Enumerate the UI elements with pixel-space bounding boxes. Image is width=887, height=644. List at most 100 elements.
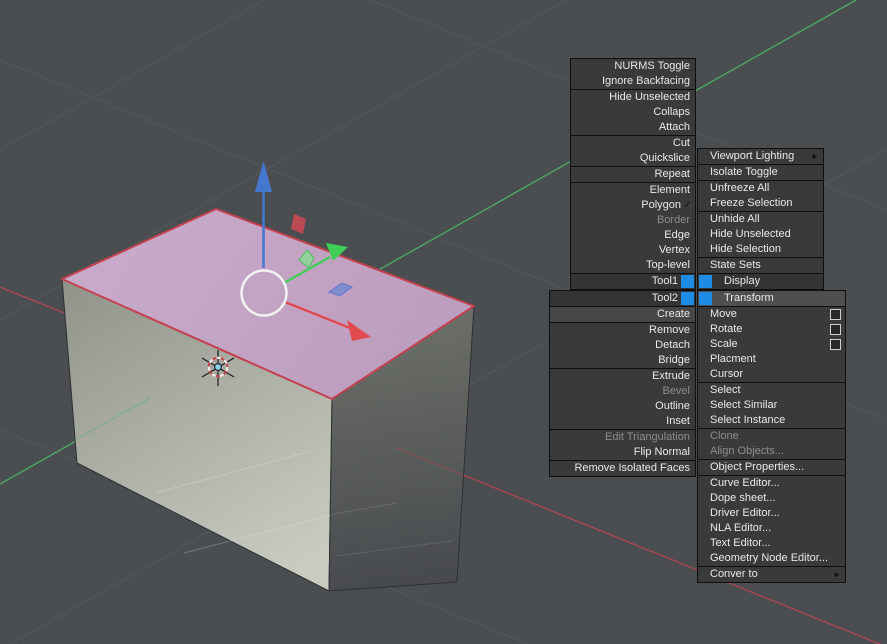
settings-box-icon[interactable] (830, 324, 841, 335)
menu-item-label: Placment (710, 353, 756, 365)
menu-item-top-level[interactable]: Top-level (571, 258, 695, 273)
menu-item-label: Freeze Selection (710, 197, 793, 209)
menu-item-label: Unhide All (710, 213, 760, 225)
quad-title-display[interactable]: Display (698, 274, 823, 289)
menu-item-rotate[interactable]: Rotate (698, 322, 845, 337)
menu-item-nurms-toggle[interactable]: NURMS Toggle (571, 59, 695, 74)
menu-item-hide-unselected[interactable]: Hide Unselected (571, 90, 695, 105)
menu-item-label: Collaps (653, 106, 690, 118)
menu-item-cut[interactable]: Cut (571, 136, 695, 151)
menu-item-border: Border (571, 213, 695, 228)
menu-item-label: Curve Editor... (710, 477, 780, 489)
quad-title-tool2[interactable]: Tool2 (550, 291, 695, 306)
menu-item-conver-to[interactable]: Conver to ► (698, 567, 845, 582)
menu-item-label: Top-level (645, 259, 690, 271)
menu-item-label: Attach (658, 121, 690, 133)
menu-item-clone: Clone (698, 429, 845, 444)
quad-transform-menu: Transform Move Rotate Scale Placment Cur… (697, 290, 846, 583)
menu-item-freeze-selection[interactable]: Freeze Selection (698, 196, 823, 211)
menu-item-label: Detach (655, 339, 690, 351)
menu-item-label: Quickslice (639, 152, 690, 164)
menu-item-label: Scale (710, 338, 738, 350)
menu-item-label: Outline (655, 400, 690, 412)
settings-box-icon[interactable] (830, 309, 841, 320)
menu-item-label: Hide Unselected (710, 228, 791, 240)
menu-item-text-editor[interactable]: Text Editor... (698, 536, 845, 551)
menu-item-edge[interactable]: Edge (571, 228, 695, 243)
menu-item-select-instance[interactable]: Select Instance (698, 413, 845, 428)
menu-item-vertex[interactable]: Vertex (571, 243, 695, 258)
menu-item-state-sets[interactable]: State Sets (698, 258, 823, 273)
menu-item-placment[interactable]: Placment (698, 352, 845, 367)
menu-item-polygon[interactable]: Polygon ✓ (571, 198, 695, 213)
menu-item-attach[interactable]: Attach (571, 120, 695, 135)
menu-item-object-properties[interactable]: Object Properties... (698, 460, 845, 475)
menu-item-scale[interactable]: Scale (698, 337, 845, 352)
menu-item-driver-editor[interactable]: Driver Editor... (698, 506, 845, 521)
menu-item-viewport-lighting[interactable]: Viewport Lighting ► (698, 149, 823, 164)
menu-item-edit-triangulation: Edit Triangulation (550, 430, 695, 445)
menu-item-label: Align Objects... (710, 445, 784, 457)
menu-item-flip-normal[interactable]: Flip Normal (550, 445, 695, 460)
quad-tools2-menu: Tool2 Create Remove Detach Bridge Extrud… (549, 290, 696, 477)
menu-item-extrude[interactable]: Extrude (550, 369, 695, 384)
menu-item-label: Polygon (641, 199, 681, 211)
menu-item-label: Vertex (658, 244, 690, 256)
quad-tools1-menu: NURMS Toggle Ignore Backfacing Hide Unse… (570, 58, 696, 290)
quad-title-tool1[interactable]: Tool1 (571, 274, 695, 289)
menu-item-element[interactable]: Element (571, 183, 695, 198)
menu-item-ignore-backfacing[interactable]: Ignore Backfacing (571, 74, 695, 89)
menu-item-collaps[interactable]: Collaps (571, 105, 695, 120)
menu-item-select[interactable]: Select (698, 383, 845, 398)
quad-badge-icon (699, 292, 712, 305)
quad-title-label: Transform (724, 292, 774, 304)
checkmark-icon: ✓ (683, 200, 692, 211)
menu-item-quickslice[interactable]: Quickslice (571, 151, 695, 166)
settings-box-icon[interactable] (830, 339, 841, 350)
menu-item-label: Unfreeze All (710, 182, 770, 194)
menu-item-bevel: Bevel (550, 384, 695, 399)
menu-item-move[interactable]: Move (698, 307, 845, 322)
menu-item-label: Edit Triangulation (605, 431, 690, 443)
menu-item-label: Clone (710, 430, 739, 442)
menu-item-label: Move (710, 308, 737, 320)
menu-item-create[interactable]: Create (550, 307, 695, 322)
menu-item-outline[interactable]: Outline (550, 399, 695, 414)
menu-item-isolate-toggle[interactable]: Isolate Toggle (698, 165, 823, 180)
menu-item-remove[interactable]: Remove (550, 323, 695, 338)
menu-item-cursor[interactable]: Cursor (698, 367, 845, 382)
menu-item-label: Driver Editor... (710, 507, 780, 519)
quad-badge-icon (699, 275, 712, 288)
menu-item-align-objects: Align Objects... (698, 444, 845, 459)
menu-item-label: Ignore Backfacing (601, 75, 690, 87)
menu-item-hide-selection[interactable]: Hide Selection (698, 242, 823, 257)
menu-item-repeat[interactable]: Repeat (571, 167, 695, 182)
menu-item-nla-editor[interactable]: NLA Editor... (698, 521, 845, 536)
menu-item-label: Extrude (652, 370, 690, 382)
menu-item-select-similar[interactable]: Select Similar (698, 398, 845, 413)
menu-item-label: Rotate (710, 323, 743, 335)
menu-item-label: Select Similar (710, 399, 778, 411)
menu-item-label: Inset (666, 415, 690, 427)
menu-item-hide-unselected-2[interactable]: Hide Unselected (698, 227, 823, 242)
menu-item-detach[interactable]: Detach (550, 338, 695, 353)
menu-item-dope-sheet[interactable]: Dope sheet... (698, 491, 845, 506)
menu-item-label: Element (649, 184, 690, 196)
menu-item-inset[interactable]: Inset (550, 414, 695, 429)
menu-item-label: Edge (664, 229, 690, 241)
menu-item-remove-isolated-faces[interactable]: Remove Isolated Faces (550, 461, 695, 476)
menu-item-bridge[interactable]: Bridge (550, 353, 695, 368)
menu-item-unfreeze-all[interactable]: Unfreeze All (698, 181, 823, 196)
menu-item-label: Select (710, 384, 741, 396)
menu-item-label: Hide Unselected (609, 91, 690, 103)
quad-display-menu: Viewport Lighting ► Isolate Toggle Unfree… (697, 148, 824, 290)
menu-item-unhide-all[interactable]: Unhide All (698, 212, 823, 227)
menu-item-label: Conver to (710, 568, 758, 580)
menu-item-geometry-node-editor[interactable]: Geometry Node Editor... (698, 551, 845, 566)
cube-object (61, 208, 475, 592)
menu-item-curve-editor[interactable]: Curve Editor... (698, 476, 845, 491)
gizmo-z-arrowhead-icon[interactable] (255, 161, 272, 192)
quad-title-transform[interactable]: Transform (698, 291, 845, 306)
menu-item-label: State Sets (710, 259, 761, 271)
gizmo-plane-handle-x[interactable] (291, 214, 306, 234)
